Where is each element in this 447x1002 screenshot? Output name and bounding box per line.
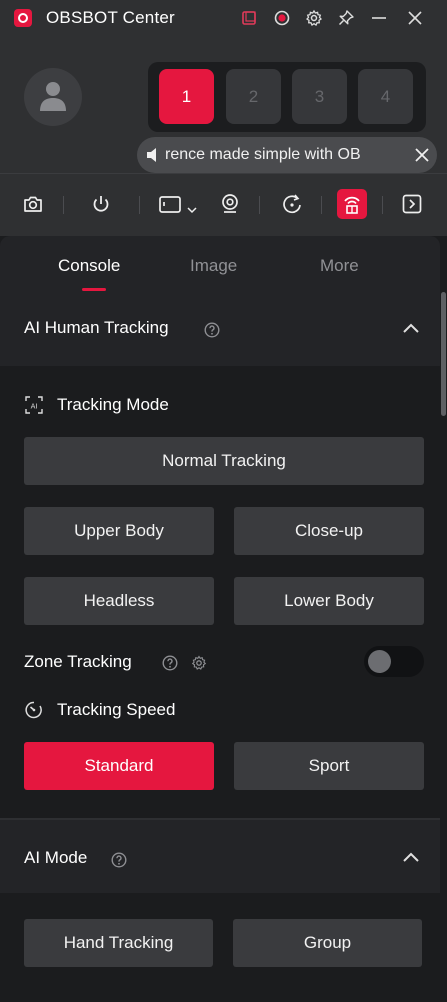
- tracking-mode-text: Tracking Mode: [57, 395, 169, 414]
- ai-human-tracking-header[interactable]: AI Human Tracking: [0, 294, 440, 366]
- tab-more[interactable]: More: [320, 256, 359, 276]
- chevron-up-icon[interactable]: [402, 849, 420, 867]
- tab-console[interactable]: Console: [58, 256, 120, 276]
- toolbar-divider: [139, 196, 140, 214]
- record-icon[interactable]: [273, 9, 291, 27]
- power-icon[interactable]: [88, 191, 114, 217]
- tracking-speed-text: Tracking Speed: [57, 700, 176, 719]
- preset-button-4[interactable]: 4: [358, 69, 413, 124]
- gear-icon[interactable]: [305, 9, 323, 27]
- tab-bar: Console Image More: [0, 236, 440, 294]
- title-bar: OBSBOT Center: [0, 0, 447, 36]
- preset-position-group: 1 2 3 4: [148, 62, 426, 132]
- banner-close-icon[interactable]: [414, 147, 430, 163]
- help-icon[interactable]: [162, 655, 178, 671]
- obsbot-logo: [14, 9, 32, 27]
- tab-image[interactable]: Image: [190, 256, 237, 276]
- group-button[interactable]: Group: [233, 919, 422, 967]
- ai-tracking-icon[interactable]: [337, 189, 367, 219]
- toolbar-divider: [63, 196, 64, 214]
- user-avatar-icon[interactable]: [24, 68, 82, 126]
- speaker-icon: [147, 148, 156, 162]
- tracking-mode-label: AI Tracking Mode: [24, 395, 169, 415]
- zone-tracking-row: Zone Tracking: [24, 652, 132, 672]
- headless-button[interactable]: Headless: [24, 577, 214, 625]
- close-up-button[interactable]: Close-up: [234, 507, 424, 555]
- zone-settings-gear-icon[interactable]: [191, 655, 207, 671]
- tab-active-indicator: [82, 288, 106, 291]
- toolbar: [0, 173, 447, 236]
- speedometer-icon: [24, 700, 44, 720]
- banner-text: rence made simple with OB: [165, 146, 361, 163]
- toolbar-divider: [382, 196, 383, 214]
- sport-speed-button[interactable]: Sport: [234, 742, 424, 790]
- camera-icon[interactable]: [20, 191, 46, 217]
- toolbar-divider: [259, 196, 260, 214]
- preset-button-2[interactable]: 2: [226, 69, 281, 124]
- tracking-speed-label: Tracking Speed: [24, 700, 175, 720]
- scrollbar-thumb[interactable]: [441, 292, 446, 416]
- ai-frame-icon: AI: [24, 395, 44, 415]
- preset-button-1[interactable]: 1: [159, 69, 214, 124]
- camera-view-icon[interactable]: [158, 191, 198, 217]
- chevron-up-icon[interactable]: [402, 320, 420, 338]
- help-icon[interactable]: [204, 322, 220, 338]
- zone-tracking-label: Zone Tracking: [24, 652, 132, 671]
- rotate-icon[interactable]: [279, 191, 305, 217]
- ai-mode-header[interactable]: AI Mode: [0, 818, 440, 893]
- section-title: AI Mode: [24, 848, 88, 867]
- standard-speed-button[interactable]: Standard: [24, 742, 214, 790]
- snapshot-frame-icon[interactable]: [240, 9, 258, 27]
- svg-text:AI: AI: [31, 403, 38, 411]
- device-header: 1 2 3 4 rence made simple with OB: [0, 36, 447, 173]
- normal-tracking-button[interactable]: Normal Tracking: [24, 437, 424, 485]
- upper-body-button[interactable]: Upper Body: [24, 507, 214, 555]
- app-title: OBSBOT Center: [46, 8, 175, 27]
- collapse-panel-icon[interactable]: [399, 191, 425, 217]
- minimize-icon[interactable]: [370, 9, 388, 27]
- lower-body-button[interactable]: Lower Body: [234, 577, 424, 625]
- close-icon[interactable]: [406, 9, 424, 27]
- toggle-knob: [368, 650, 391, 673]
- toolbar-divider: [321, 196, 322, 214]
- preset-button-3[interactable]: 3: [292, 69, 347, 124]
- hand-tracking-button[interactable]: Hand Tracking: [24, 919, 213, 967]
- webcam-icon[interactable]: [217, 191, 243, 217]
- help-icon[interactable]: [111, 852, 127, 868]
- pin-icon[interactable]: [337, 9, 355, 27]
- section-title: AI Human Tracking: [24, 318, 169, 337]
- zone-tracking-toggle[interactable]: [364, 646, 424, 677]
- announcement-banner[interactable]: rence made simple with OB: [137, 137, 437, 173]
